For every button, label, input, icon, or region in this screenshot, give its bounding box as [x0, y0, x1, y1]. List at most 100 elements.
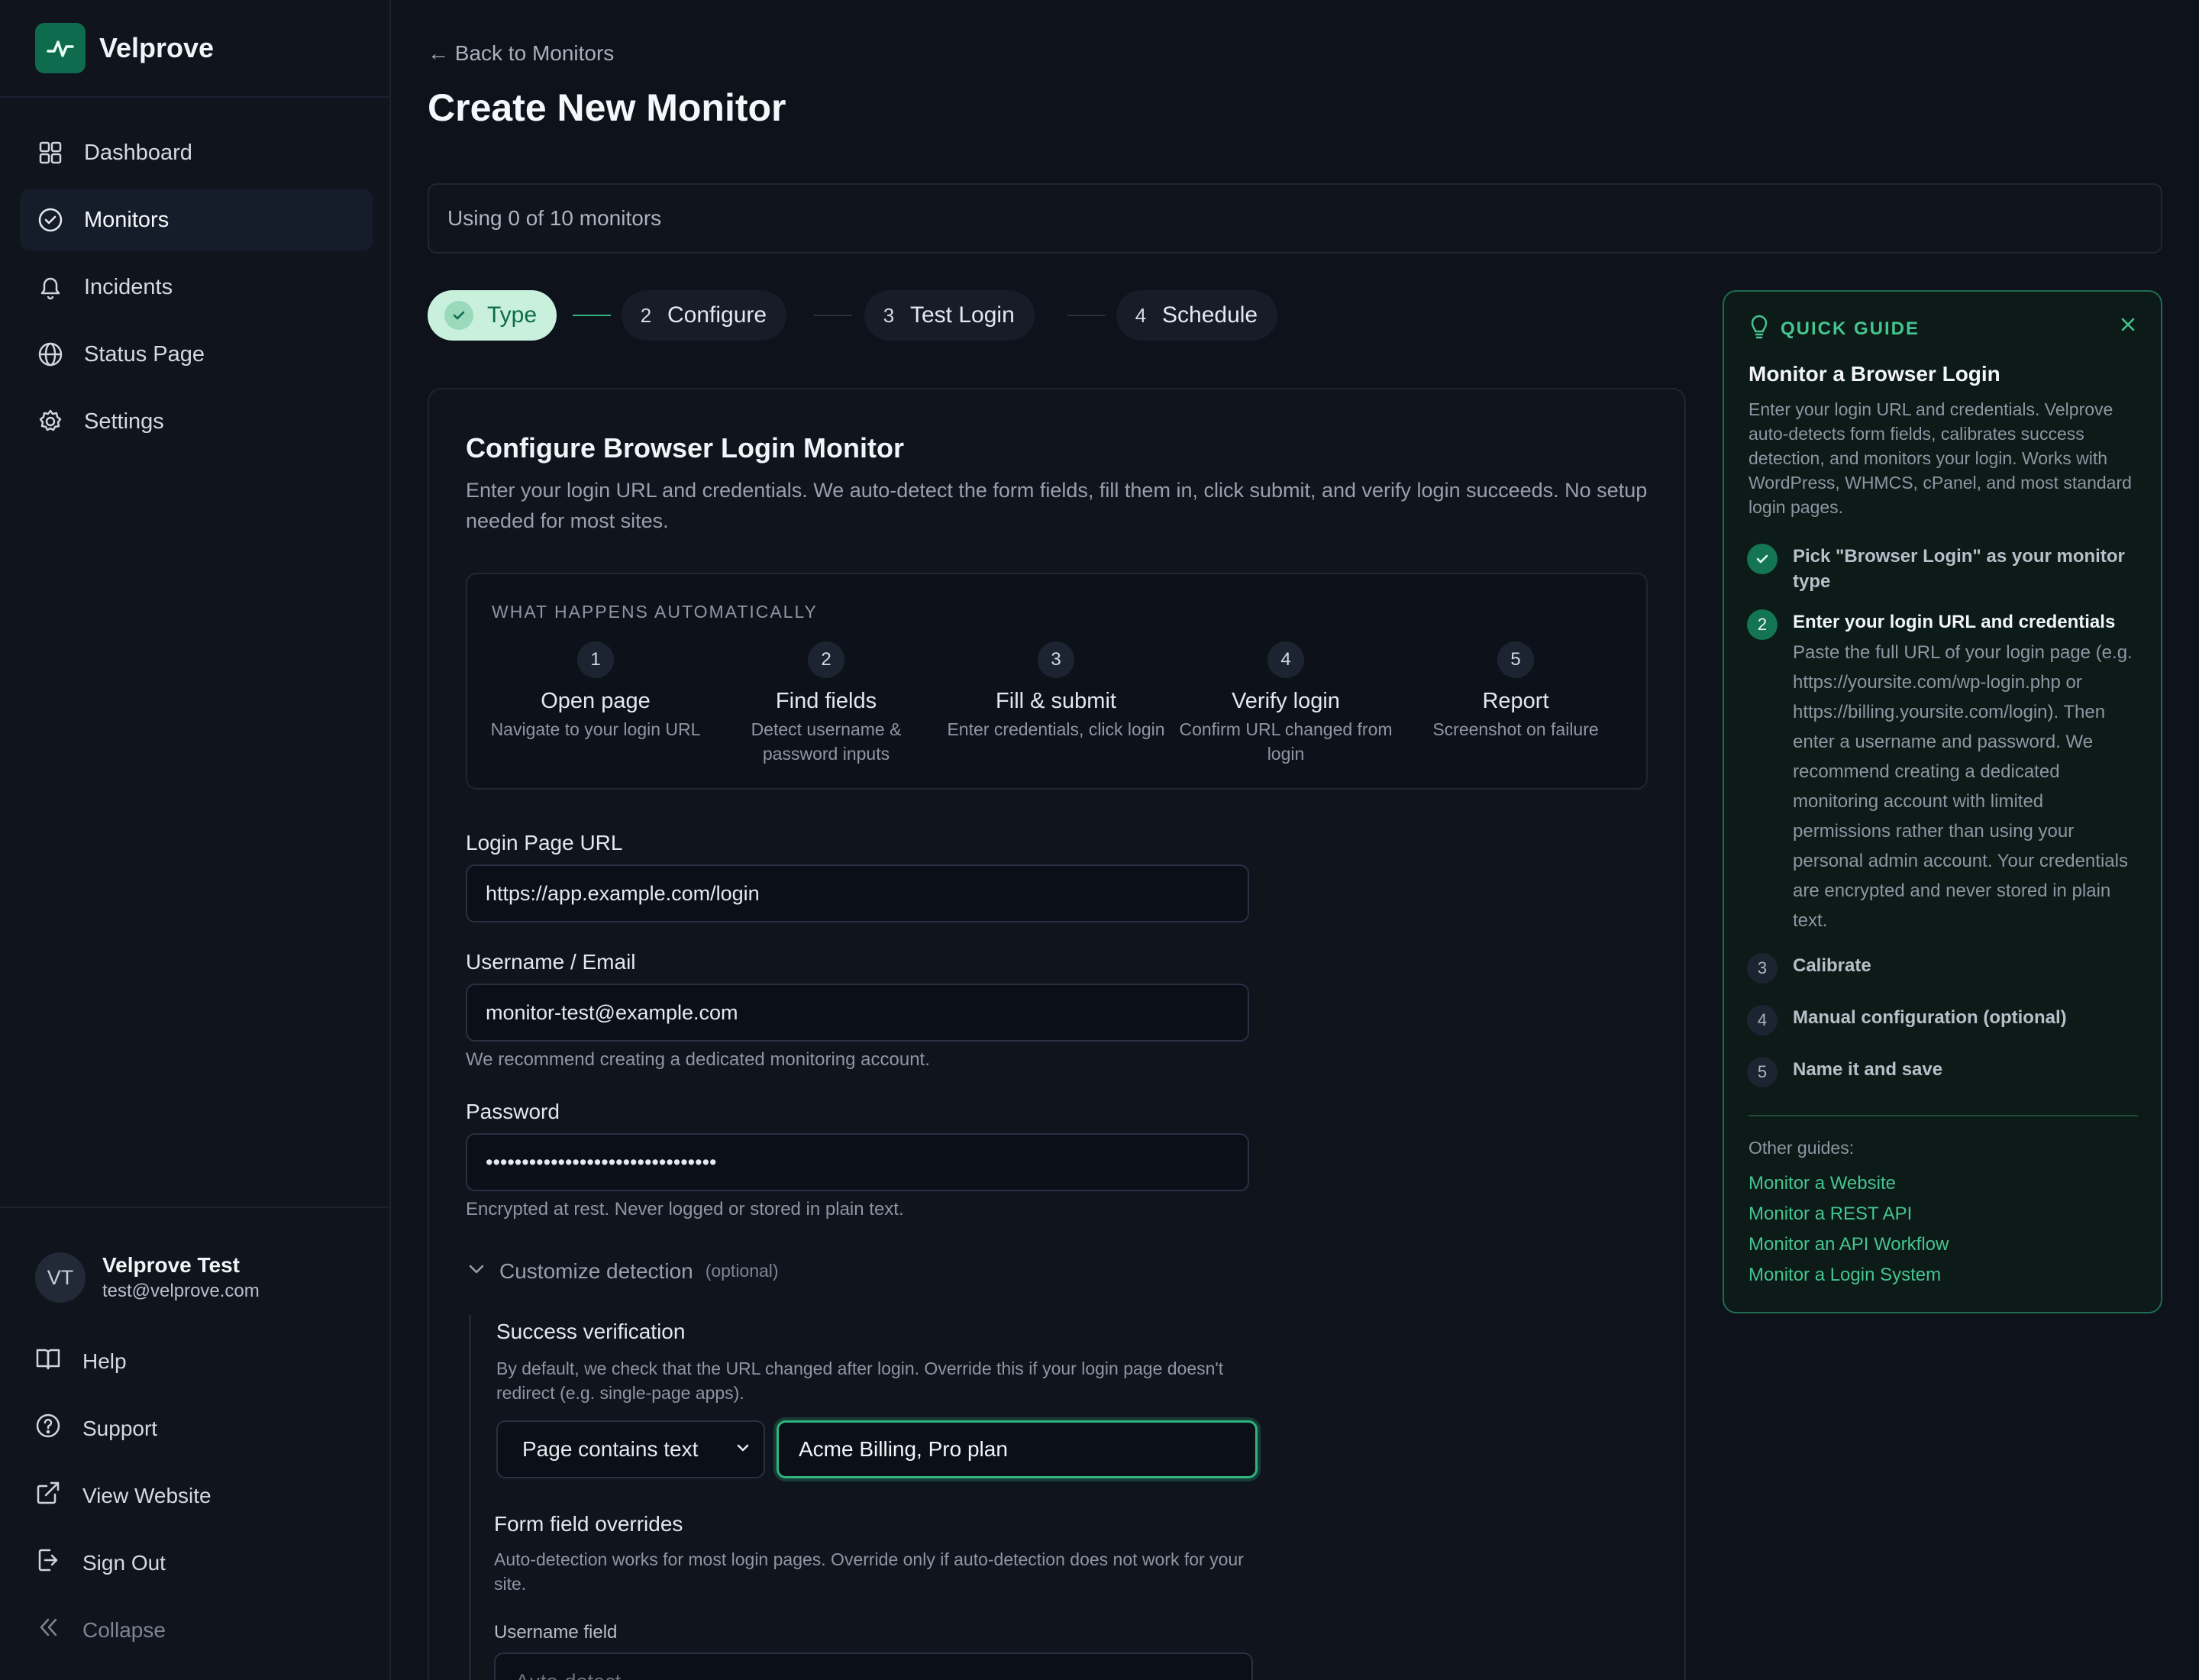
- guide-step-body: Paste the full URL of your login page (e…: [1793, 642, 2133, 931]
- step-label: Schedule: [1162, 302, 1258, 328]
- login-url-input[interactable]: [466, 864, 1249, 922]
- chevron-down-icon: [466, 1258, 487, 1284]
- sign-out-button[interactable]: Sign Out: [35, 1547, 166, 1578]
- form-overrides-title: Form field overrides: [494, 1512, 683, 1536]
- auto-step-title: Verify login: [1232, 689, 1340, 713]
- auto-step: 5 Report Screenshot on failure: [1401, 641, 1630, 741]
- wizard-stepper: Type 2 Configure 3 Test Login 4 Schedule: [428, 290, 1329, 341]
- help-circle-icon: [35, 1413, 61, 1444]
- view-website-link[interactable]: View Website: [35, 1480, 212, 1511]
- brand[interactable]: Velprove: [35, 23, 214, 73]
- sidebar-divider: [0, 1207, 389, 1208]
- sign-out-icon: [35, 1547, 61, 1578]
- guide-step-text: Enter your login URL and credentials: [1793, 612, 2116, 632]
- step-connector: [814, 315, 852, 316]
- optional-tag: (optional): [705, 1261, 779, 1281]
- form-overrides-desc: Auto-detection works for most login page…: [494, 1549, 1244, 1594]
- success-verification-title: Success verification: [496, 1320, 686, 1343]
- collapse-label: Collapse: [82, 1617, 166, 1642]
- sidebar-item-settings[interactable]: Settings: [20, 391, 373, 452]
- check-icon: [444, 301, 473, 330]
- success-text-value: Acme Billing, Pro plan: [799, 1437, 1008, 1461]
- success-mode-select[interactable]: Page contains text: [496, 1420, 765, 1478]
- auto-step-subtitle: Enter credentials, click login: [947, 719, 1165, 739]
- guide-step-number: 3: [1747, 953, 1778, 984]
- guide-step-text: Pick "Browser Login" as your monitor typ…: [1793, 546, 2125, 592]
- step-label: Configure: [667, 302, 767, 328]
- quick-guide-header: QUICK GUIDE: [1749, 315, 1920, 343]
- password-label: Password: [466, 1100, 560, 1123]
- success-text-input[interactable]: Acme Billing, Pro plan: [777, 1420, 1258, 1478]
- guide-step-number: 5: [1747, 1057, 1778, 1087]
- username-input[interactable]: [466, 984, 1249, 1042]
- auto-step-title: Open page: [541, 689, 651, 713]
- collapse-sidebar-button[interactable]: Collapse: [35, 1614, 166, 1646]
- usage-text: Using 0 of 10 monitors: [447, 206, 662, 230]
- auto-step-subtitle: Navigate to your login URL: [490, 719, 701, 739]
- auto-step-number: 5: [1497, 641, 1534, 678]
- chevron-down-icon: [735, 1437, 751, 1462]
- guide-step: 3 Calibrate: [1747, 953, 2144, 984]
- sidebar-item-monitors[interactable]: Monitors: [20, 189, 373, 250]
- login-url-label: Login Page URL: [466, 831, 623, 855]
- sidebar-item-status-page[interactable]: Status Page: [20, 324, 373, 385]
- guide-step-text: Calibrate: [1793, 955, 1871, 976]
- auto-step-number: 3: [1038, 641, 1074, 678]
- auto-step-number: 1: [577, 641, 614, 678]
- password-hint: Encrypted at rest. Never logged or store…: [466, 1199, 904, 1220]
- customize-detection-toggle[interactable]: Customize detection (optional): [466, 1258, 779, 1284]
- sidebar-item-dashboard[interactable]: Dashboard: [20, 122, 373, 183]
- password-input[interactable]: [466, 1133, 1249, 1191]
- close-icon[interactable]: [2118, 315, 2138, 338]
- quick-guide-panel: QUICK GUIDE Monitor a Browser Login Ente…: [1723, 290, 2162, 1313]
- usage-banner: Using 0 of 10 monitors: [428, 183, 2162, 254]
- guide-title: Monitor a Browser Login: [1749, 362, 2000, 386]
- auto-step-title: Find fields: [775, 689, 877, 713]
- guide-link-api-workflow[interactable]: Monitor an API Workflow: [1749, 1234, 1949, 1255]
- user-name: Velprove Test: [102, 1253, 241, 1277]
- page-title: Create New Monitor: [428, 86, 786, 129]
- auto-step-title: Fill & submit: [996, 689, 1116, 713]
- guide-intro: Enter your login URL and credentials. Ve…: [1749, 399, 2132, 517]
- guide-link-login-system[interactable]: Monitor a Login System: [1749, 1265, 1941, 1286]
- auto-step: 2 Find fields Detect username & password…: [712, 641, 941, 766]
- step-configure[interactable]: 2 Configure: [622, 290, 787, 341]
- user-profile[interactable]: VT Velprove Test test@velprove.com: [35, 1252, 260, 1303]
- step-test-login[interactable]: 3 Test Login: [864, 290, 1035, 341]
- auto-step-title: Report: [1482, 689, 1549, 713]
- guide-step-current: 2 Enter your login URL and credentials P…: [1747, 609, 2144, 935]
- guide-step-number: 2: [1747, 609, 1778, 640]
- step-schedule[interactable]: 4 Schedule: [1116, 290, 1278, 341]
- other-guides-label: Other guides:: [1749, 1138, 1855, 1158]
- help-link[interactable]: Help: [35, 1346, 127, 1377]
- username-label: Username / Email: [466, 950, 636, 974]
- guide-step: Pick "Browser Login" as your monitor typ…: [1747, 544, 2144, 594]
- step-number: 3: [883, 303, 895, 327]
- step-label: Test Login: [910, 302, 1015, 328]
- sidebar: Velprove Dashboard Monitors Incidents St…: [0, 0, 391, 1680]
- main-content: ← Back to Monitors Create New Monitor Us…: [428, 0, 2162, 1680]
- back-to-monitors-link[interactable]: ← Back to Monitors: [428, 41, 614, 66]
- auto-steps-label: WHAT HAPPENS AUTOMATICALLY: [492, 602, 818, 622]
- step-connector: [1067, 315, 1106, 316]
- gear-icon: [37, 408, 64, 435]
- card-title: Configure Browser Login Monitor: [466, 432, 904, 464]
- avatar: VT: [35, 1252, 86, 1303]
- auto-step-subtitle: Detect username & password inputs: [751, 719, 902, 764]
- auto-step: 1 Open page Navigate to your login URL: [481, 641, 710, 741]
- user-email: test@velprove.com: [102, 1281, 260, 1301]
- username-field-label: Username field: [494, 1622, 618, 1643]
- guide-step-number: 4: [1747, 1005, 1778, 1035]
- username-field-override-input[interactable]: Auto-detect: [494, 1653, 1253, 1680]
- sidebar-item-label: Status Page: [84, 341, 205, 367]
- auto-step-subtitle: Screenshot on failure: [1432, 719, 1599, 739]
- guide-step: 5 Name it and save: [1747, 1057, 2144, 1087]
- step-type[interactable]: Type: [428, 290, 557, 341]
- sidebar-item-incidents[interactable]: Incidents: [20, 257, 373, 318]
- check-circle-icon: [37, 206, 64, 234]
- guide-link-website[interactable]: Monitor a Website: [1749, 1173, 1896, 1194]
- guide-step-text: Name it and save: [1793, 1059, 1943, 1080]
- support-link[interactable]: Support: [35, 1413, 157, 1444]
- username-hint: We recommend creating a dedicated monito…: [466, 1049, 930, 1070]
- guide-link-rest-api[interactable]: Monitor a REST API: [1749, 1203, 1912, 1225]
